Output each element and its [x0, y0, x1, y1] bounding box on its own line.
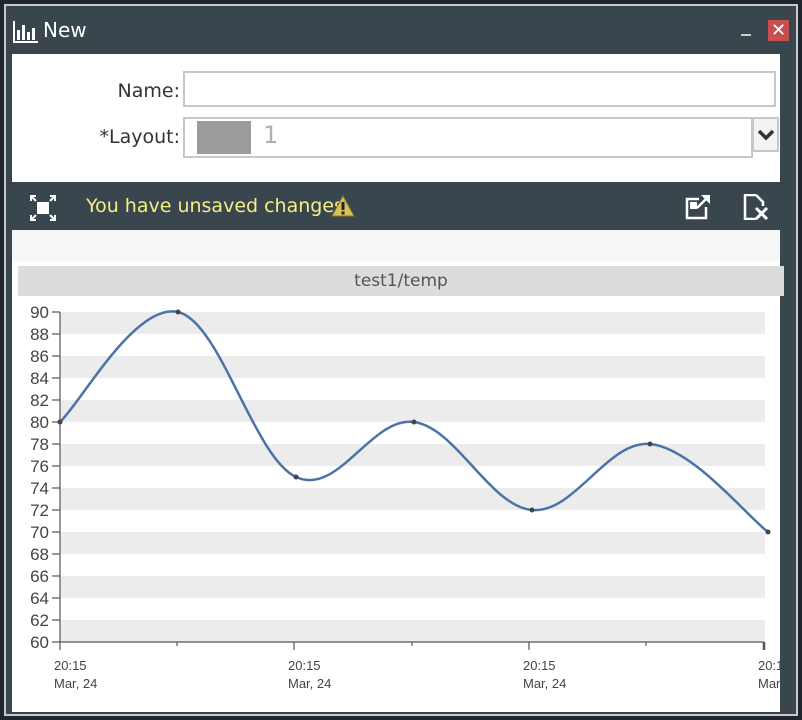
new-window: New ✕ Name: *Layout: 1 You have unsaved …	[4, 4, 798, 716]
y-tick-label: 80	[30, 413, 49, 432]
chart-panel: test1/temp 60 62 64 66 68 70 72 74 76 78 80 82 84 86 8…	[12, 230, 784, 712]
data-point	[529, 507, 535, 513]
grid-band	[60, 576, 765, 598]
grid-band	[60, 312, 765, 334]
grid-band	[60, 488, 765, 510]
y-tick-label: 82	[30, 391, 49, 410]
name-label: Name:	[117, 80, 180, 102]
x-tick-label-date: Mar, 24	[54, 676, 97, 691]
y-tick-label: 62	[30, 611, 49, 630]
y-tick-label: 86	[30, 347, 49, 366]
grid-band	[60, 532, 765, 554]
x-tick-label-time: 20:15	[54, 658, 87, 673]
x-tick-label-time: 20:15	[288, 658, 321, 673]
y-tick-label: 76	[30, 457, 49, 476]
data-point	[57, 419, 63, 425]
y-tick-label: 74	[30, 479, 49, 498]
minimize-icon[interactable]	[741, 34, 751, 36]
title-bar[interactable]: New ✕	[6, 6, 796, 54]
data-point	[175, 309, 181, 315]
form-panel: Name: *Layout: 1	[12, 54, 780, 182]
layout-select[interactable]: 1	[183, 117, 753, 158]
expand-icon[interactable]	[30, 195, 56, 221]
y-tick-label: 90	[30, 303, 49, 322]
grid-band	[60, 444, 765, 466]
bar-chart-icon	[13, 21, 38, 43]
grid-band	[60, 620, 765, 642]
grid-band	[60, 356, 765, 378]
toolbar: You have unsaved changes.	[6, 182, 796, 230]
data-point	[765, 529, 771, 535]
discard-icon[interactable]	[743, 194, 769, 220]
x-tick-label-time: 20:15	[523, 658, 556, 673]
layout-value: 1	[263, 121, 279, 149]
popout-icon[interactable]	[685, 194, 711, 220]
y-tick-label: 66	[30, 567, 49, 586]
x-tick-label-date: Mar, 24	[288, 676, 331, 691]
x-tick-label-date: Mar, 24	[523, 676, 566, 691]
layout-swatch	[197, 121, 251, 154]
layout-label: *Layout:	[99, 126, 181, 148]
layout-dropdown-button[interactable]	[752, 117, 779, 152]
x-tick-label-date: Mar, 24	[758, 676, 780, 691]
unsaved-changes-message: You have unsaved changes.	[86, 195, 350, 217]
grid-band	[60, 400, 765, 422]
data-point	[293, 474, 299, 480]
name-input[interactable]	[183, 71, 776, 107]
line-chart: 60 62 64 66 68 70 72 74 76 78 80 82 84 86 88 90 20:15 Mar…	[30, 303, 780, 691]
y-tick-label: 88	[30, 325, 49, 344]
close-icon[interactable]: ✕	[768, 20, 789, 41]
y-tick-label: 70	[30, 523, 49, 542]
y-tick-label: 60	[30, 633, 49, 652]
y-tick-label: 64	[30, 589, 49, 608]
window-title: New	[43, 18, 87, 42]
chevron-down-icon	[757, 129, 775, 141]
y-tick-label: 84	[30, 369, 49, 388]
data-point	[647, 441, 653, 447]
y-tick-label: 78	[30, 435, 49, 454]
y-tick-label: 72	[30, 501, 49, 520]
y-tick-label: 68	[30, 545, 49, 564]
warning-icon	[331, 195, 355, 217]
data-point	[411, 419, 417, 425]
x-tick-label-time: 20:15	[758, 658, 780, 673]
